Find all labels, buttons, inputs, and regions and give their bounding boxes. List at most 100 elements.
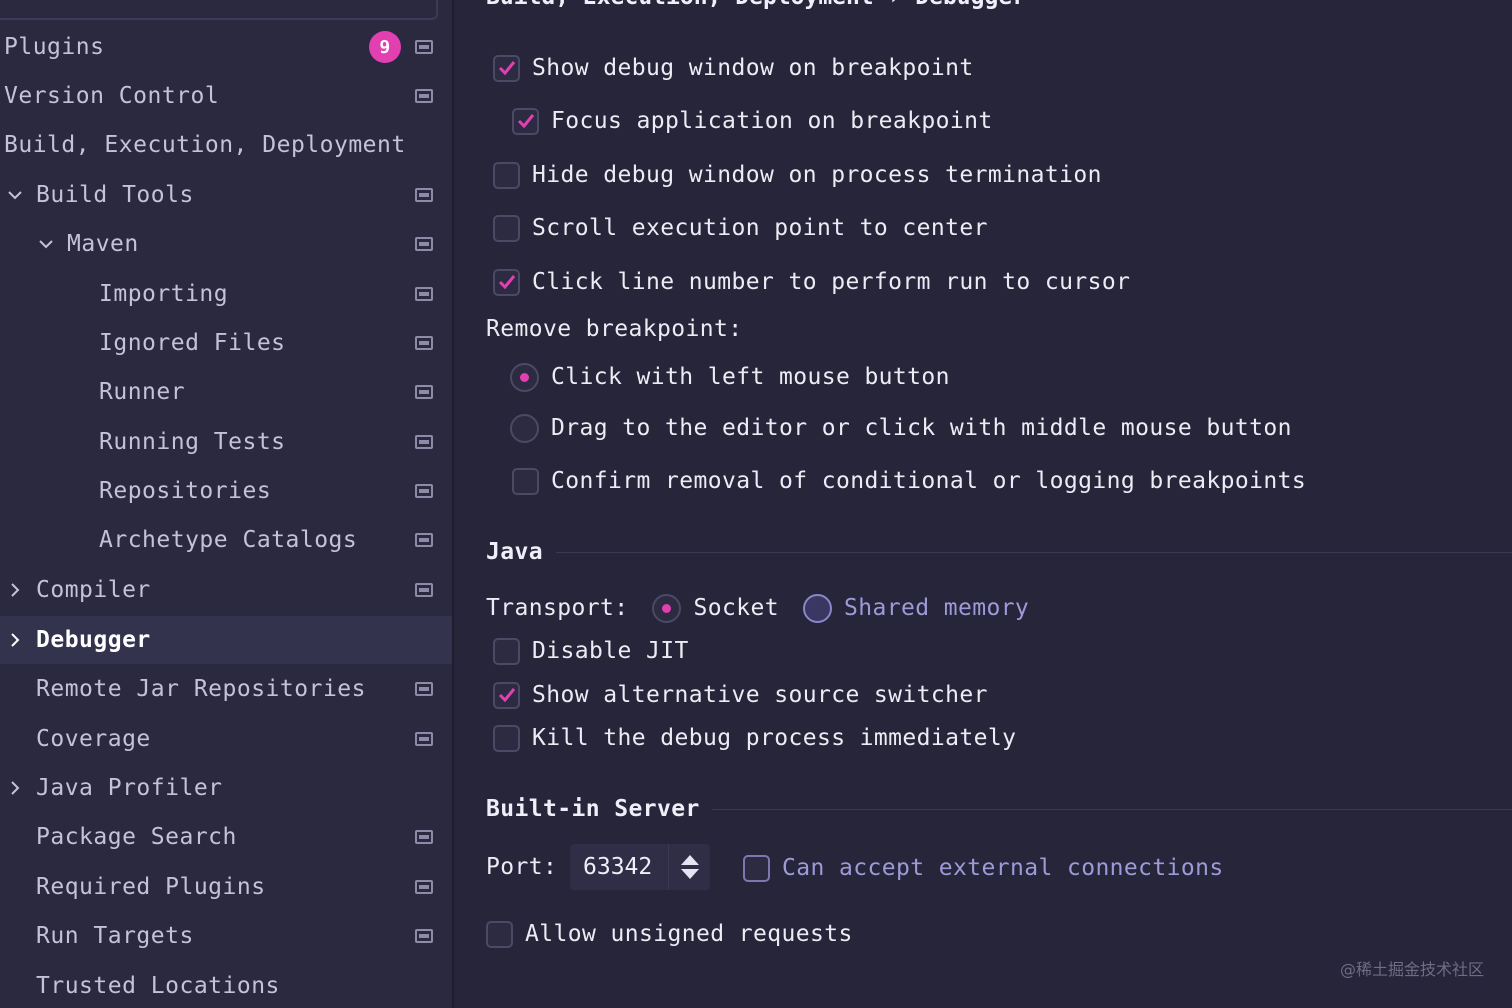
transport-shared-memory-label[interactable]: Shared memory (844, 595, 1029, 621)
project-level-icon (415, 880, 433, 894)
scroll-execution-checkbox[interactable] (493, 214, 520, 242)
focus-application-option[interactable]: Focus application on breakpoint (512, 101, 993, 141)
chevron-down-icon[interactable] (37, 235, 55, 253)
show-debug-window-checkbox[interactable] (493, 54, 520, 82)
show-debug-window-label: Show debug window on breakpoint (532, 55, 974, 81)
focus-application-checkbox[interactable] (512, 107, 539, 135)
allow-unsigned-label: Allow unsigned requests (525, 921, 853, 947)
project-level-icon (415, 929, 433, 943)
sidebar-item-label: Importing (99, 281, 229, 307)
sidebar-item-package-search[interactable]: Package Search (0, 813, 452, 861)
sidebar-item-coverage[interactable]: Coverage (0, 715, 452, 763)
sidebar-item-debugger[interactable]: Debugger (0, 616, 452, 664)
port-value[interactable]: 63342 (583, 854, 675, 880)
sidebar-search-field[interactable] (0, 0, 438, 20)
show-alt-source-option[interactable]: Show alternative source switcher (493, 675, 988, 715)
scroll-execution-option[interactable]: Scroll execution point to center (493, 208, 988, 248)
project-level-icon (415, 89, 433, 103)
sidebar-item-importing[interactable]: Importing (0, 270, 452, 318)
sidebar-item-label: Running Tests (99, 429, 286, 455)
chevron-right-icon[interactable] (6, 581, 24, 599)
show-alt-source-checkbox[interactable] (493, 681, 520, 709)
sidebar-item-build-execution-deployment[interactable]: Build, Execution, Deployment (0, 121, 452, 169)
click-line-number-checkbox[interactable] (493, 268, 520, 296)
project-level-icon (415, 484, 433, 498)
sidebar-item-label: Build, Execution, Deployment (4, 132, 406, 158)
port-label: Port: (486, 854, 558, 880)
sidebar-item-remote-jar-repositories[interactable]: Remote Jar Repositories (0, 665, 452, 713)
sidebar-item-trusted-locations[interactable]: Trusted Locations (0, 962, 452, 1008)
project-level-icon (415, 583, 433, 597)
sidebar-item-required-plugins[interactable]: Required Plugins (0, 863, 452, 911)
chevron-right-icon[interactable] (6, 631, 24, 649)
project-level-icon (415, 287, 433, 301)
sidebar-item-running-tests[interactable]: Running Tests (0, 418, 452, 466)
remove-click-left-option[interactable]: Click with left mouse button (510, 357, 950, 397)
arrow-down-icon[interactable] (680, 869, 699, 879)
transport-row: Transport: Socket Shared memory (486, 588, 1029, 628)
show-alt-source-label: Show alternative source switcher (532, 682, 988, 708)
port-input[interactable]: 63342 (570, 844, 710, 890)
sidebar-item-runner[interactable]: Runner (0, 368, 452, 416)
disable-jit-checkbox[interactable] (493, 637, 520, 665)
project-level-icon (415, 237, 433, 251)
accept-external-checkbox[interactable] (743, 854, 770, 882)
sidebar-item-label: Compiler (36, 577, 151, 603)
kill-process-checkbox[interactable] (493, 724, 520, 752)
remove-drag-editor-label: Drag to the editor or click with middle … (551, 415, 1292, 441)
disable-jit-label: Disable JIT (532, 638, 689, 664)
breadcrumb: Build, Execution, Deployment › Debugger (486, 0, 1026, 10)
click-line-number-option[interactable]: Click line number to perform run to curs… (493, 262, 1130, 302)
sidebar-item-ignored-files[interactable]: Ignored Files (0, 319, 452, 367)
server-section-title: Built-in Server (486, 796, 700, 822)
remove-drag-editor-radio[interactable] (510, 413, 539, 443)
sidebar-item-java-profiler[interactable]: Java Profiler (0, 764, 452, 812)
transport-socket-label[interactable]: Socket (693, 595, 778, 621)
sidebar-item-label: Remote Jar Repositories (36, 676, 366, 702)
project-level-icon (415, 40, 433, 54)
sidebar-item-label: Maven (67, 231, 139, 257)
confirm-removal-checkbox[interactable] (512, 467, 539, 495)
accept-external-label: Can accept external connections (782, 855, 1224, 881)
port-stepper[interactable] (668, 844, 710, 890)
sidebar-item-archetype-catalogs[interactable]: Archetype Catalogs (0, 516, 452, 564)
plugins-count-badge: 9 (369, 31, 401, 63)
arrow-up-icon[interactable] (680, 855, 699, 865)
sidebar-item-label: Java Profiler (36, 775, 223, 801)
remove-click-left-radio[interactable] (510, 362, 539, 392)
java-section-divider (556, 552, 1512, 553)
sidebar-item-plugins[interactable]: Plugins 9 (0, 23, 452, 71)
project-level-icon (415, 188, 433, 202)
sidebar-item-build-tools[interactable]: Build Tools (0, 171, 452, 219)
settings-window: Plugins 9 Version Control Build, Executi… (0, 0, 1512, 1008)
sidebar-item-repositories[interactable]: Repositories (0, 467, 452, 515)
sidebar-item-maven[interactable]: Maven (0, 220, 452, 268)
accept-external-option[interactable]: Can accept external connections (743, 848, 1224, 888)
sidebar-item-label: Ignored Files (99, 330, 286, 356)
kill-process-option[interactable]: Kill the debug process immediately (493, 718, 1016, 758)
sidebar-item-label: Runner (99, 379, 186, 405)
project-level-icon (415, 336, 433, 350)
hide-debug-window-checkbox[interactable] (493, 161, 520, 189)
chevron-right-icon[interactable] (6, 779, 24, 797)
chevron-down-icon[interactable] (6, 186, 24, 204)
remove-drag-editor-option[interactable]: Drag to the editor or click with middle … (510, 408, 1292, 448)
sidebar-item-version-control[interactable]: Version Control (0, 72, 452, 120)
allow-unsigned-option[interactable]: Allow unsigned requests (486, 914, 853, 954)
confirm-removal-option[interactable]: Confirm removal of conditional or loggin… (512, 461, 1306, 501)
sidebar-item-compiler[interactable]: Compiler (0, 566, 452, 614)
checkmark-icon (498, 688, 515, 703)
sidebar-item-label: Run Targets (36, 923, 194, 949)
sidebar-item-run-targets[interactable]: Run Targets (0, 912, 452, 960)
allow-unsigned-checkbox[interactable] (486, 920, 513, 948)
show-debug-window-option[interactable]: Show debug window on breakpoint (493, 48, 974, 88)
disable-jit-option[interactable]: Disable JIT (493, 631, 689, 671)
confirm-removal-label: Confirm removal of conditional or loggin… (551, 468, 1307, 494)
transport-socket-radio[interactable] (652, 593, 682, 623)
sidebar-item-label: Version Control (4, 83, 220, 109)
transport-shared-memory-radio[interactable] (802, 593, 832, 623)
hide-debug-window-option[interactable]: Hide debug window on process termination (493, 155, 1102, 195)
transport-label: Transport: (486, 595, 629, 621)
sidebar-item-label: Build Tools (36, 182, 194, 208)
java-section-title: Java (486, 539, 543, 565)
